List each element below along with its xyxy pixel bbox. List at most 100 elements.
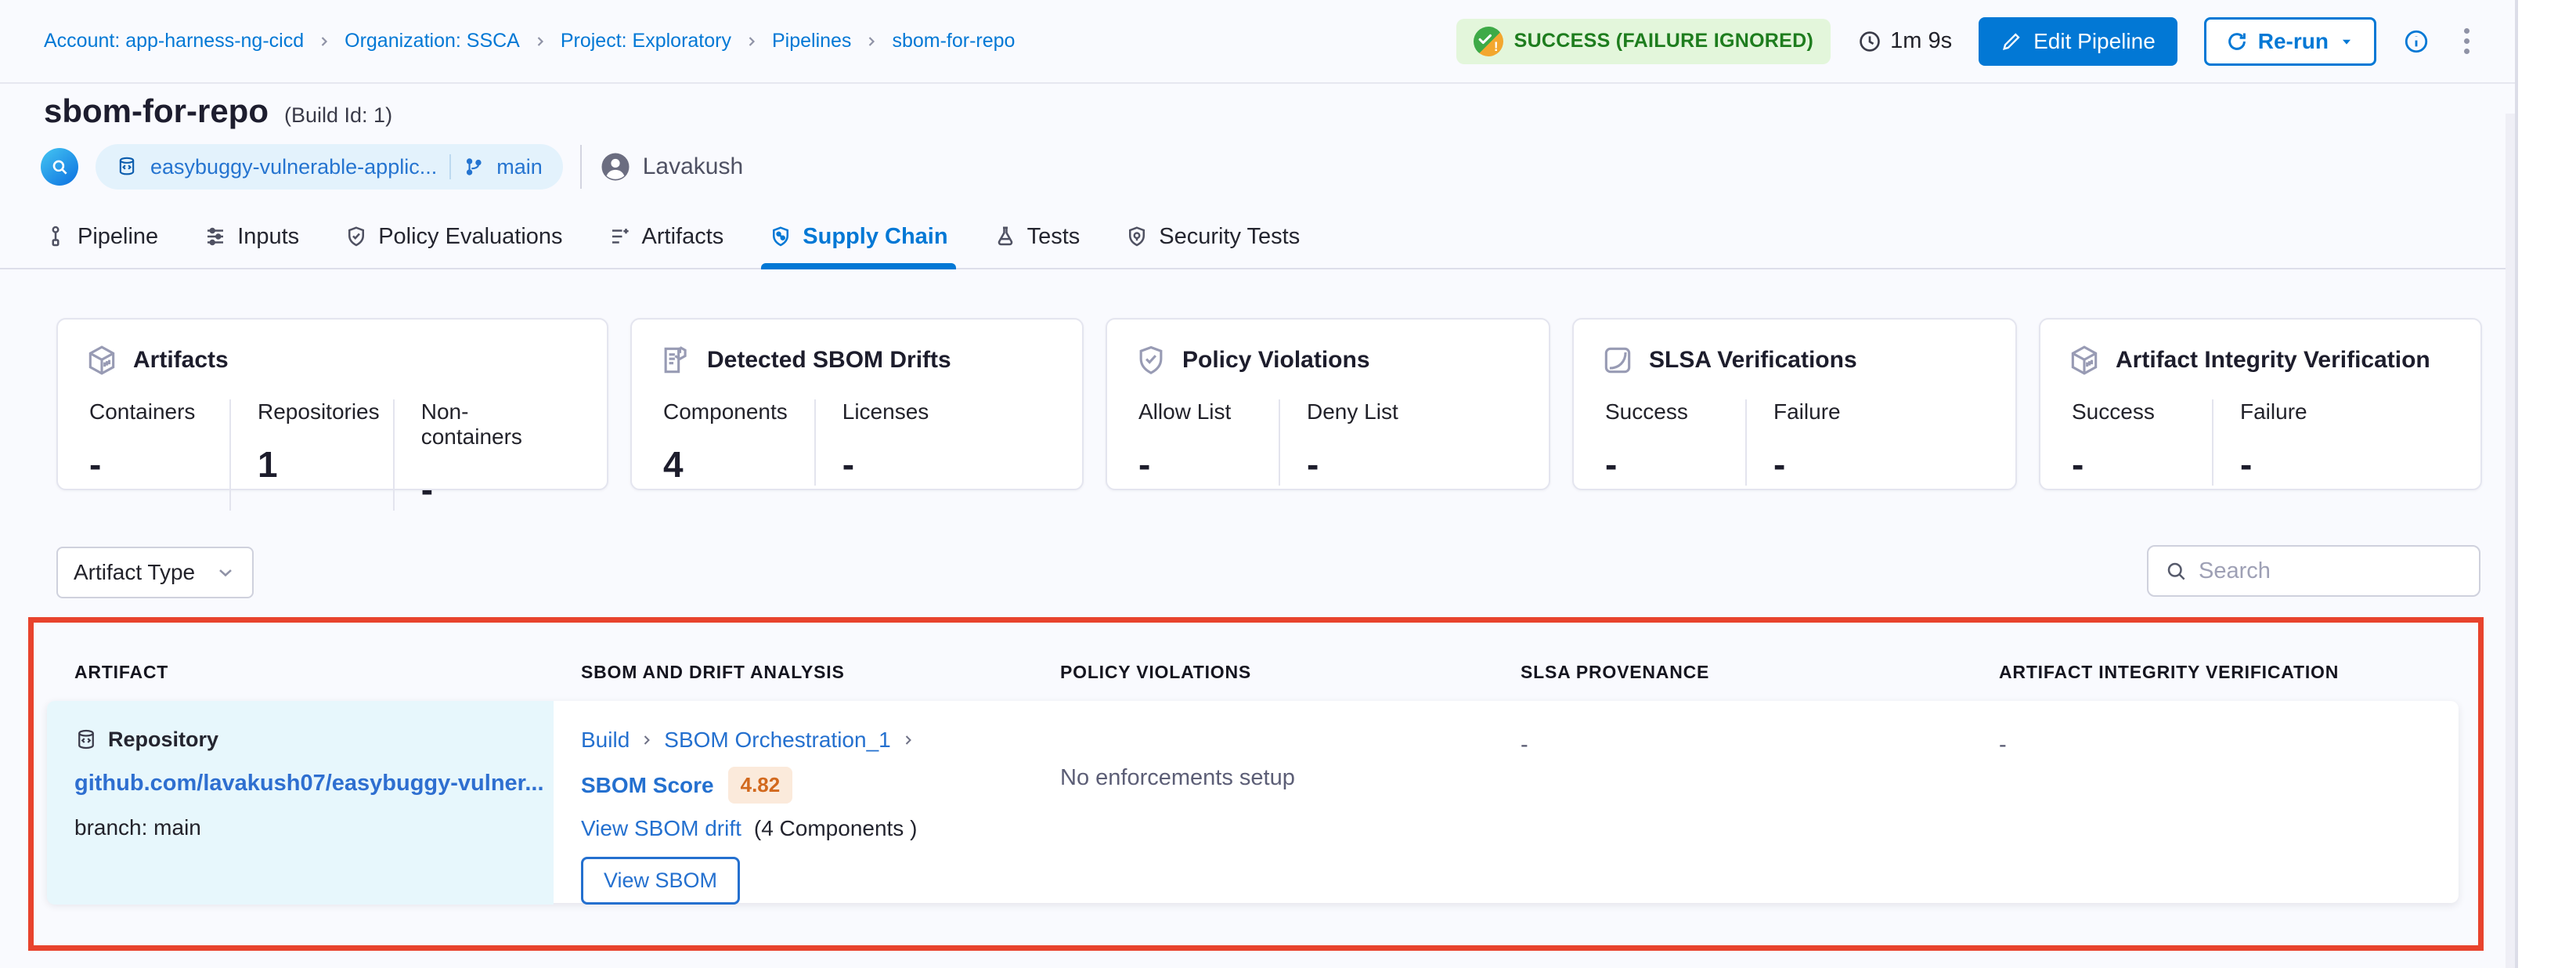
stat-components: Components4 [658, 399, 814, 486]
slsa-icon [1600, 343, 1635, 377]
cube-icon [85, 343, 119, 377]
breadcrumb: Account: app-harness-ng-cicd Organizatio… [44, 30, 1015, 52]
slsa-provenance-cell: - [1493, 701, 1972, 905]
tab-artifacts[interactable]: Artifacts [608, 205, 724, 268]
chevron-right-icon [900, 732, 916, 748]
column-header-slsa: SLSA PROVENANCE [1493, 662, 1972, 683]
shield-check-icon [345, 225, 368, 248]
repo-name[interactable]: easybuggy-vulnerable-applic... [150, 155, 437, 179]
tab-inputs[interactable]: Inputs [204, 205, 299, 268]
user-name: Lavakush [643, 154, 743, 180]
chevron-right-icon [864, 34, 879, 49]
artifact-type-dropdown[interactable]: Artifact Type [56, 547, 254, 598]
search-input[interactable] [2199, 558, 2463, 584]
artifact-repo-link[interactable]: github.com/lavakush07/easybuggy-vulner..… [74, 771, 530, 796]
tab-security-tests[interactable]: Security Tests [1125, 205, 1300, 268]
breadcrumb-organization[interactable]: Organization: SSCA [345, 30, 520, 52]
chevron-right-icon [744, 34, 759, 49]
card-slsa-verifications: SLSA Verifications Success- Failure- [1572, 318, 2017, 490]
table-row: Repository github.com/lavakush07/easybug… [47, 701, 2459, 903]
chevron-down-icon [215, 562, 236, 583]
list-plus-icon [608, 225, 632, 248]
sbom-score-link[interactable]: SBOM Score [581, 773, 714, 798]
stat-integrity-success: Success- [2067, 399, 2212, 486]
stat-slsa-success: Success- [1600, 399, 1745, 486]
card-policy-violations: Policy Violations Allow List- Deny List- [1106, 318, 1550, 490]
sbom-drift-row: View SBOM drift (4 Components ) [581, 816, 1009, 841]
card-sbom-drifts: Detected SBOM Drifts Components4 License… [630, 318, 1084, 490]
edit-pipeline-button[interactable]: Edit Pipeline [1979, 17, 2177, 66]
artifact-type: Repository [74, 728, 530, 752]
chevron-right-icon [639, 732, 655, 748]
divider [580, 145, 582, 189]
breadcrumb-pipelines[interactable]: Pipelines [772, 30, 851, 52]
card-artifact-integrity: Artifact Integrity Verification Success-… [2039, 318, 2482, 490]
breadcrumb-account[interactable]: Account: app-harness-ng-cicd [44, 30, 304, 52]
repository-icon [74, 728, 98, 752]
page-title-row: sbom-for-repo (Build Id: 1) [44, 92, 392, 130]
execution-meta-row: easybuggy-vulnerable-applic... main Lava… [41, 143, 743, 191]
divider [449, 154, 451, 179]
stat-slsa-failure: Failure- [1745, 399, 1890, 486]
view-sbom-button[interactable]: View SBOM [581, 857, 740, 905]
repo-branch-chip[interactable]: easybuggy-vulnerable-applic... main [96, 144, 563, 190]
view-sbom-drift-link[interactable]: View SBOM drift [581, 816, 741, 841]
branch-name[interactable]: main [496, 155, 543, 179]
step-link-sbom-orchestration[interactable]: SBOM Orchestration_1 [664, 728, 890, 753]
column-header-sbom: SBOM AND DRIFT ANALYSIS [554, 662, 1033, 683]
status-text: SUCCESS (FAILURE IGNORED) [1514, 30, 1814, 52]
security-shield-icon [1125, 225, 1149, 248]
tab-policy-evaluations[interactable]: Policy Evaluations [345, 205, 562, 268]
triggered-by-user: Lavakush [599, 150, 743, 183]
breadcrumb-current-pipeline[interactable]: sbom-for-repo [892, 30, 1015, 52]
chevron-right-icon [316, 34, 332, 49]
info-icon[interactable] [2403, 28, 2430, 55]
tab-pipeline[interactable]: Pipeline [44, 205, 158, 268]
duration: 1m 9s [1857, 28, 1952, 54]
stat-non-containers: Non-containers- [393, 399, 580, 511]
shield-check-icon [1134, 343, 1168, 377]
execution-actions: ! SUCCESS (FAILURE IGNORED) 1m 9s Edit P… [1456, 17, 2477, 66]
success-with-warning-icon: ! [1474, 27, 1503, 56]
git-branch-icon [464, 157, 484, 177]
breadcrumb-project[interactable]: Project: Exploratory [561, 30, 731, 52]
repository-icon [116, 156, 138, 178]
rerun-button[interactable]: Re-run [2204, 17, 2376, 66]
status-badge: ! SUCCESS (FAILURE IGNORED) [1456, 19, 1831, 64]
card-title: Artifact Integrity Verification [2116, 347, 2430, 374]
column-header-integrity: ARTIFACT INTEGRITY VERIFICATION [1972, 662, 2459, 683]
more-options-icon[interactable] [2456, 23, 2477, 59]
build-trigger-icon [41, 148, 78, 186]
tab-tests[interactable]: Tests [994, 205, 1081, 268]
build-id-label: (Build Id: 1) [284, 103, 392, 128]
scrollbar-track[interactable] [2506, 114, 2515, 968]
clock-icon [1857, 29, 1882, 54]
document-cube-icon [658, 343, 693, 377]
drift-component-count: (4 Components ) [754, 816, 918, 841]
app-window: Account: app-harness-ng-cicd Organizatio… [0, 0, 2515, 968]
execution-tabs: Pipeline Inputs Policy Evaluations Artif… [0, 205, 2515, 269]
sbom-stage-breadcrumb: Build SBOM Orchestration_1 [581, 728, 1009, 753]
policy-violations-cell: No enforcements setup [1033, 701, 1493, 905]
stage-link-build[interactable]: Build [581, 728, 630, 753]
sbom-score-badge: 4.82 [728, 767, 793, 804]
card-title: Policy Violations [1182, 347, 1370, 374]
stat-containers: Containers- [85, 399, 229, 511]
pipeline-icon [44, 225, 67, 248]
card-title: Artifacts [133, 347, 229, 374]
chevron-right-icon [532, 34, 548, 49]
tab-supply-chain[interactable]: Supply Chain [769, 205, 947, 268]
stat-allow-list: Allow List- [1134, 399, 1279, 486]
inputs-icon [204, 225, 227, 248]
card-artifacts: Artifacts Containers- Repositories1 Non-… [56, 318, 608, 490]
card-title: SLSA Verifications [1649, 347, 1857, 374]
pencil-icon [2001, 31, 2022, 52]
top-bar: Account: app-harness-ng-cicd Organizatio… [0, 0, 2515, 84]
stat-licenses: Licenses- [814, 399, 959, 486]
artifact-branch: branch: main [74, 815, 530, 840]
flask-icon [994, 225, 1017, 248]
table-header-row: ARTIFACT SBOM AND DRIFT ANALYSIS POLICY … [47, 662, 2459, 683]
artifact-cell: Repository github.com/lavakush07/easybug… [47, 701, 554, 905]
stat-integrity-failure: Failure- [2212, 399, 2357, 486]
supply-chain-shield-icon [769, 225, 792, 248]
